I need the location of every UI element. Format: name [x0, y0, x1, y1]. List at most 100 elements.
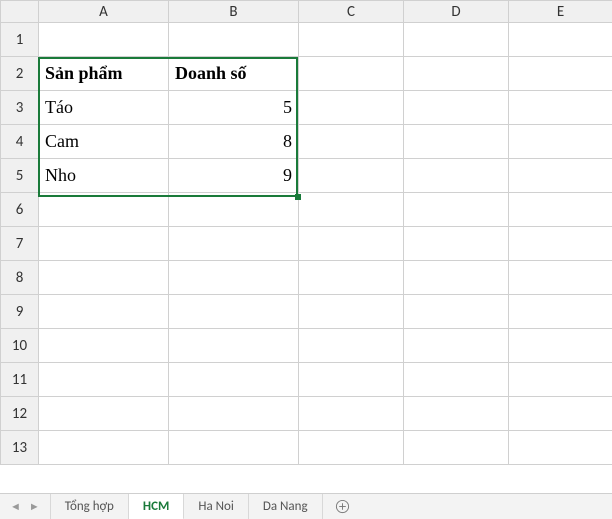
cell-A13[interactable] — [39, 431, 169, 465]
tab-nav-prev-icon[interactable]: ◄ — [10, 500, 21, 513]
cell-B8[interactable] — [169, 261, 299, 295]
row-header-10[interactable]: 10 — [1, 329, 39, 363]
cell-B3-value: 5 — [169, 91, 298, 124]
cell-A10[interactable] — [39, 329, 169, 363]
row-header-9[interactable]: 9 — [1, 295, 39, 329]
cell-E11[interactable] — [509, 363, 612, 397]
cell-B6[interactable] — [169, 193, 299, 227]
cell-A3[interactable]: Táo — [39, 91, 169, 125]
select-all-corner[interactable] — [1, 1, 39, 23]
cell-B10[interactable] — [169, 329, 299, 363]
sheet-tab-tong-hop[interactable]: Tổng hợp — [51, 494, 129, 519]
row-header-6[interactable]: 6 — [1, 193, 39, 227]
cell-B4[interactable]: 8 — [169, 125, 299, 159]
cell-E10[interactable] — [509, 329, 612, 363]
cell-A4[interactable]: Cam — [39, 125, 169, 159]
row-header-3[interactable]: 3 — [1, 91, 39, 125]
row-header-13[interactable]: 13 — [1, 431, 39, 465]
cell-D8[interactable] — [404, 261, 509, 295]
spreadsheet-grid[interactable]: A B C D E 1 2 Sản phẩm Doanh số 3 Táo 5 — [0, 0, 612, 465]
cell-E12[interactable] — [509, 397, 612, 431]
cell-A7[interactable] — [39, 227, 169, 261]
cell-A2[interactable]: Sản phẩm — [39, 57, 169, 91]
col-header-D[interactable]: D — [404, 1, 509, 23]
cell-E3[interactable] — [509, 91, 612, 125]
row-header-1[interactable]: 1 — [1, 23, 39, 57]
cell-B3[interactable]: 5 — [169, 91, 299, 125]
cell-B1[interactable] — [169, 23, 299, 57]
cell-C10[interactable] — [299, 329, 404, 363]
cell-C8[interactable] — [299, 261, 404, 295]
cell-A4-value: Cam — [39, 125, 168, 158]
cell-B11[interactable] — [169, 363, 299, 397]
cell-B9[interactable] — [169, 295, 299, 329]
cell-D3[interactable] — [404, 91, 509, 125]
cell-E6[interactable] — [509, 193, 612, 227]
cell-E8[interactable] — [509, 261, 612, 295]
col-header-E[interactable]: E — [509, 1, 612, 23]
cell-D10[interactable] — [404, 329, 509, 363]
cell-C12[interactable] — [299, 397, 404, 431]
cell-A1[interactable] — [39, 23, 169, 57]
cell-B13[interactable] — [169, 431, 299, 465]
cell-C3[interactable] — [299, 91, 404, 125]
cell-D5[interactable] — [404, 159, 509, 193]
cell-E7[interactable] — [509, 227, 612, 261]
cell-B7[interactable] — [169, 227, 299, 261]
cell-C6[interactable] — [299, 193, 404, 227]
cell-A2-value: Sản phẩm — [39, 57, 168, 90]
cell-D7[interactable] — [404, 227, 509, 261]
cell-C11[interactable] — [299, 363, 404, 397]
row-header-4[interactable]: 4 — [1, 125, 39, 159]
cell-D2[interactable] — [404, 57, 509, 91]
sheet-tab-da-nang[interactable]: Da Nang — [249, 494, 323, 519]
cell-B12[interactable] — [169, 397, 299, 431]
cell-C4[interactable] — [299, 125, 404, 159]
cell-E4[interactable] — [509, 125, 612, 159]
sheet-tab-hcm[interactable]: HCM — [129, 494, 184, 519]
row-header-5[interactable]: 5 — [1, 159, 39, 193]
cell-E5[interactable] — [509, 159, 612, 193]
col-header-C[interactable]: C — [299, 1, 404, 23]
sheet-tab-bar: ◄ ► Tổng hợp HCM Ha Noi Da Nang — [0, 493, 612, 519]
cell-C7[interactable] — [299, 227, 404, 261]
row-header-12[interactable]: 12 — [1, 397, 39, 431]
cell-D6[interactable] — [404, 193, 509, 227]
sheet-tab-label: Ha Noi — [198, 499, 234, 514]
row-header-8[interactable]: 8 — [1, 261, 39, 295]
cell-A8[interactable] — [39, 261, 169, 295]
cell-D9[interactable] — [404, 295, 509, 329]
sheet-tab-label: Da Nang — [263, 499, 308, 514]
cell-E13[interactable] — [509, 431, 612, 465]
new-sheet-button[interactable] — [323, 494, 362, 519]
sheet-tab-ha-noi[interactable]: Ha Noi — [184, 494, 249, 519]
cell-E9[interactable] — [509, 295, 612, 329]
cell-B2-value: Doanh số — [169, 57, 298, 90]
cell-D11[interactable] — [404, 363, 509, 397]
row-header-7[interactable]: 7 — [1, 227, 39, 261]
cell-D1[interactable] — [404, 23, 509, 57]
cell-C5[interactable] — [299, 159, 404, 193]
row-header-2[interactable]: 2 — [1, 57, 39, 91]
cell-C1[interactable] — [299, 23, 404, 57]
cell-E1[interactable] — [509, 23, 612, 57]
cell-A9[interactable] — [39, 295, 169, 329]
cell-B2[interactable]: Doanh số — [169, 57, 299, 91]
cell-A12[interactable] — [39, 397, 169, 431]
cell-E2[interactable] — [509, 57, 612, 91]
cell-D4[interactable] — [404, 125, 509, 159]
cell-B5[interactable]: 9 — [169, 159, 299, 193]
cell-D12[interactable] — [404, 397, 509, 431]
cell-A3-value: Táo — [39, 91, 168, 124]
tab-nav-next-icon[interactable]: ► — [29, 500, 40, 513]
cell-D13[interactable] — [404, 431, 509, 465]
col-header-B[interactable]: B — [169, 1, 299, 23]
cell-C2[interactable] — [299, 57, 404, 91]
col-header-A[interactable]: A — [39, 1, 169, 23]
cell-A5[interactable]: Nho — [39, 159, 169, 193]
cell-C13[interactable] — [299, 431, 404, 465]
cell-A11[interactable] — [39, 363, 169, 397]
cell-A6[interactable] — [39, 193, 169, 227]
cell-C9[interactable] — [299, 295, 404, 329]
row-header-11[interactable]: 11 — [1, 363, 39, 397]
